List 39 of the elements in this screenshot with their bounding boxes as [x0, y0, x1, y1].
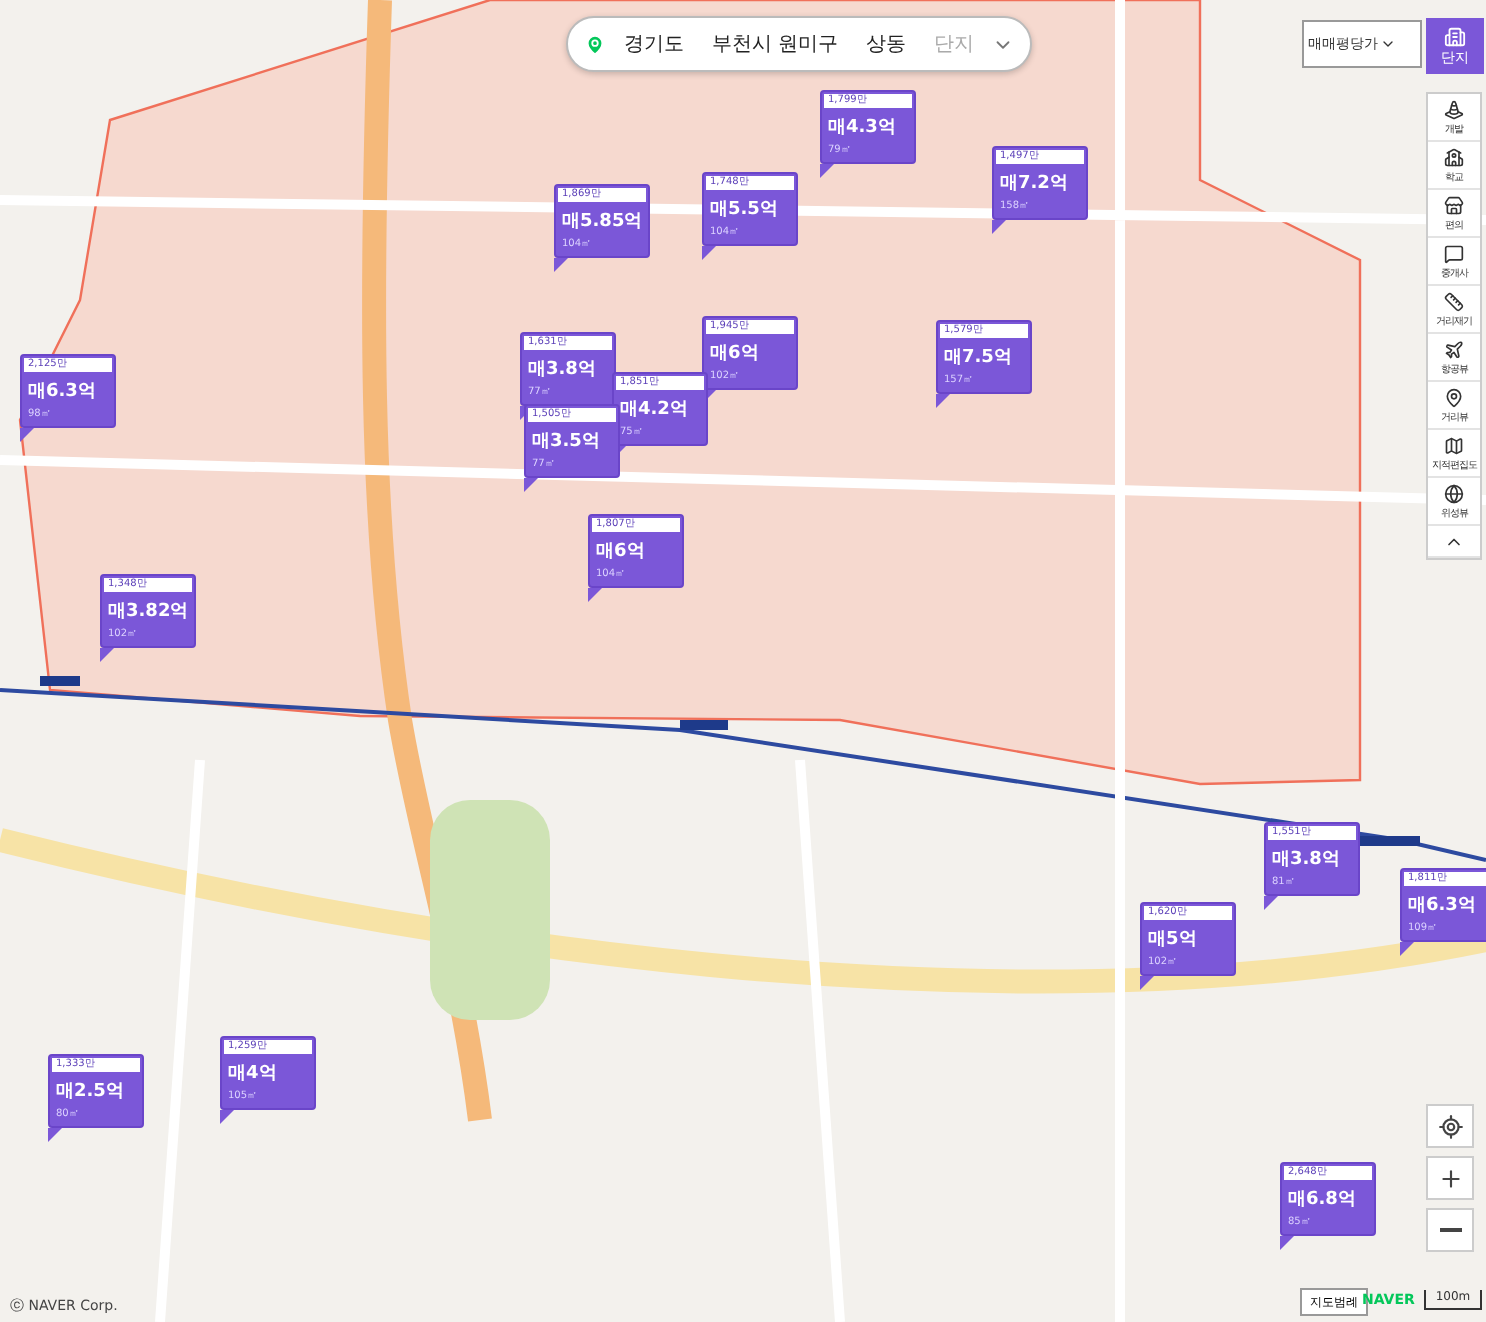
sale-price: 매6억 [708, 342, 761, 366]
sale-price: 매7.2억 [998, 172, 1070, 196]
building-icon [1444, 25, 1466, 47]
plus-icon [1437, 1165, 1463, 1191]
locate-button[interactable] [1426, 1104, 1474, 1148]
sale-price: 매4.2억 [618, 398, 690, 422]
sale-price: 매3.8억 [1270, 848, 1342, 872]
sale-price: 매5.5억 [708, 198, 780, 222]
map-pin-icon [584, 33, 606, 55]
chevron-down-icon [1380, 36, 1396, 52]
sale-price: 매6.3억 [26, 380, 98, 404]
plane-icon [1444, 340, 1464, 360]
breadcrumb-item[interactable]: 부천시 원미구 [702, 30, 849, 58]
school-icon [1444, 148, 1464, 168]
breadcrumb-item[interactable]: 상동 [856, 30, 917, 58]
store-icon [1444, 196, 1464, 216]
locate-icon [1437, 1113, 1463, 1139]
sale-price: 매3.5억 [530, 430, 602, 454]
sale-price: 매6억 [594, 540, 647, 564]
map-icon [1444, 436, 1464, 456]
sale-price: 매7.5억 [942, 346, 1014, 370]
sale-price: 매3.8억 [526, 358, 598, 382]
sale-price: 매5.85억 [560, 210, 645, 234]
traffic-cone-icon [1444, 100, 1464, 120]
minus-icon [1439, 1228, 1461, 1232]
sale-price: 매6.8억 [1286, 1188, 1358, 1212]
sale-price: 매2.5억 [54, 1080, 126, 1104]
zoom-out-button[interactable] [1426, 1208, 1474, 1252]
chat-bubble-icon [1444, 244, 1464, 264]
globe-icon [1444, 484, 1464, 504]
zoom-in-button[interactable] [1426, 1156, 1474, 1200]
breadcrumb-item[interactable]: 경기도 [614, 30, 694, 58]
sale-price: 매4억 [226, 1062, 279, 1086]
ruler-icon [1444, 292, 1464, 312]
sale-price: 매6.3억 [1406, 894, 1478, 918]
sale-price: 매3.82억 [106, 600, 191, 624]
sale-price: 매4.3억 [826, 116, 898, 140]
map-pin-icon [1444, 388, 1464, 408]
sale-price: 매5억 [1146, 928, 1199, 952]
